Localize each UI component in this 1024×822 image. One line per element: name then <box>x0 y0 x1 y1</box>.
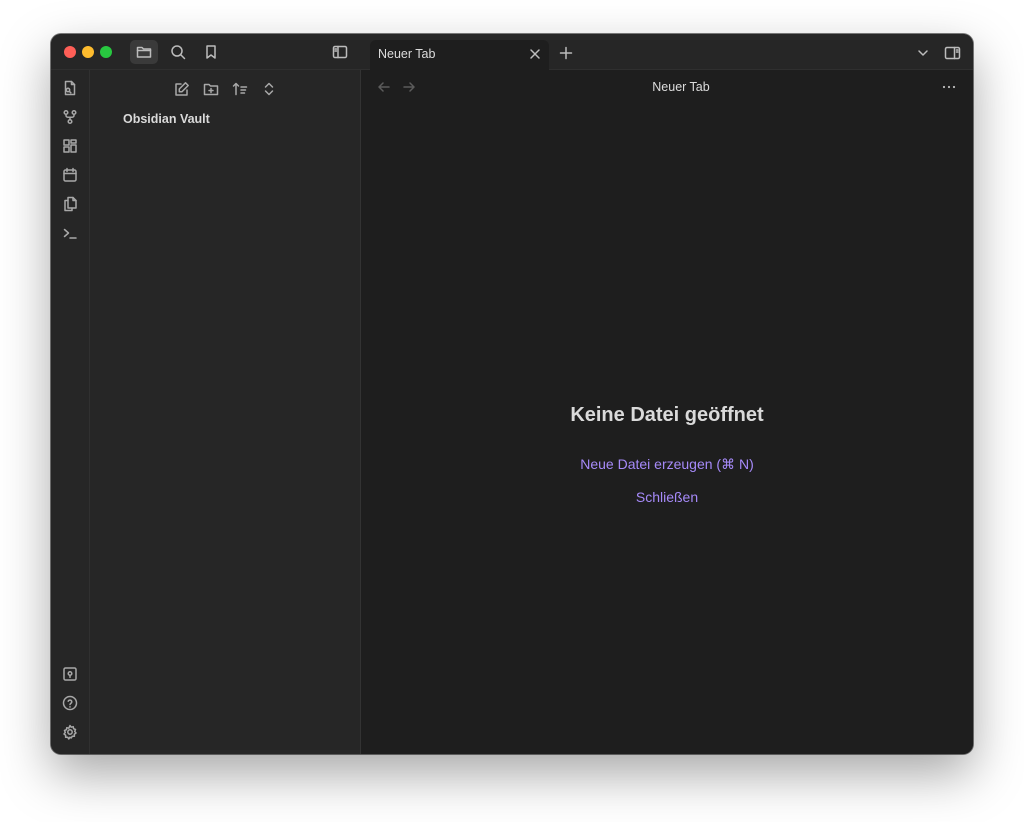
edit-icon <box>175 82 189 96</box>
vault-name[interactable]: Obsidian Vault <box>123 112 210 126</box>
close-icon <box>530 49 540 59</box>
command-palette-button[interactable] <box>61 224 79 242</box>
tab-neuer-tab[interactable]: Neuer Tab <box>370 40 549 70</box>
tab-list-dropdown[interactable] <box>914 44 932 62</box>
chevrons-up-down-icon <box>264 82 274 96</box>
help-button[interactable] <box>61 694 79 712</box>
quick-switcher-button[interactable] <box>61 79 79 97</box>
main-view: Neuer Tab Keine Datei geöffnet Neue Date… <box>361 70 973 754</box>
file-explorer-panel: Obsidian Vault <box>90 70 361 754</box>
ribbon <box>51 70 90 754</box>
new-tab-button[interactable] <box>557 44 575 62</box>
toggle-right-sidebar-button[interactable] <box>943 44 961 62</box>
file-explorer-button[interactable] <box>130 40 158 64</box>
plus-icon <box>559 46 573 60</box>
create-new-file-link[interactable]: Neue Datei erzeugen (⌘ N) <box>361 456 973 473</box>
sidebar-left-icon <box>332 45 348 59</box>
sort-ascending-icon <box>232 82 248 96</box>
window-minimize-button[interactable] <box>82 46 94 58</box>
calendar-icon <box>63 167 77 182</box>
sort-button[interactable] <box>230 79 250 99</box>
layout-dashboard-icon <box>63 139 77 153</box>
app-window: Neuer Tab Obsidian Vault Neuer Tab Keine… <box>51 34 973 754</box>
window-maximize-button[interactable] <box>100 46 112 58</box>
tab-close-button[interactable] <box>527 46 543 62</box>
graph-view-button[interactable] <box>61 108 79 126</box>
close-link[interactable]: Schließen <box>361 489 973 505</box>
vault-icon <box>63 667 77 681</box>
window-close-button[interactable] <box>64 46 76 58</box>
new-note-button[interactable] <box>172 79 192 99</box>
more-options-button[interactable] <box>939 78 959 96</box>
gear-icon <box>63 724 77 740</box>
git-fork-icon <box>63 109 77 125</box>
vault-switcher-button[interactable] <box>61 665 79 683</box>
bookmarks-button[interactable] <box>197 40 225 64</box>
help-circle-icon <box>62 695 78 711</box>
folder-icon <box>136 46 152 58</box>
files-icon <box>64 196 77 212</box>
terminal-icon <box>63 228 77 239</box>
bookmark-icon <box>206 45 216 59</box>
settings-button[interactable] <box>61 723 79 741</box>
title-bar: Neuer Tab <box>51 34 973 70</box>
collapse-all-button[interactable] <box>259 79 279 99</box>
empty-state-title: Keine Datei geöffnet <box>570 404 764 426</box>
canvas-button[interactable] <box>61 137 79 155</box>
file-search-icon <box>64 80 76 96</box>
folder-plus-icon <box>203 83 219 96</box>
daily-note-button[interactable] <box>61 166 79 184</box>
more-horizontal-icon <box>942 85 956 89</box>
chevron-down-icon <box>918 50 928 56</box>
search-button[interactable] <box>164 40 192 64</box>
toggle-left-sidebar-button[interactable] <box>326 40 354 64</box>
search-icon <box>171 45 186 60</box>
tab-title: Neuer Tab <box>378 47 436 61</box>
sidebar-right-icon <box>944 46 960 60</box>
templates-button[interactable] <box>61 195 79 213</box>
view-header-title: Neuer Tab <box>652 80 710 94</box>
new-folder-button[interactable] <box>201 79 221 99</box>
